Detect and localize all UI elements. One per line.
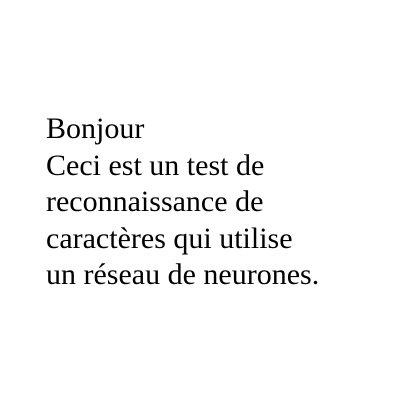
text-line: un réseau de neurones. [46,258,320,291]
text-block: Bonjour Ceci est un test de reconnaissan… [46,111,319,294]
text-line: Ceci est un test de [46,148,265,182]
document-page: Bonjour Ceci est un test de reconnaissan… [0,0,400,400]
text-line: reconnaissance de [46,185,264,218]
text-line: caractères qui utilise [46,221,293,255]
greeting-line: Bonjour [46,112,145,145]
